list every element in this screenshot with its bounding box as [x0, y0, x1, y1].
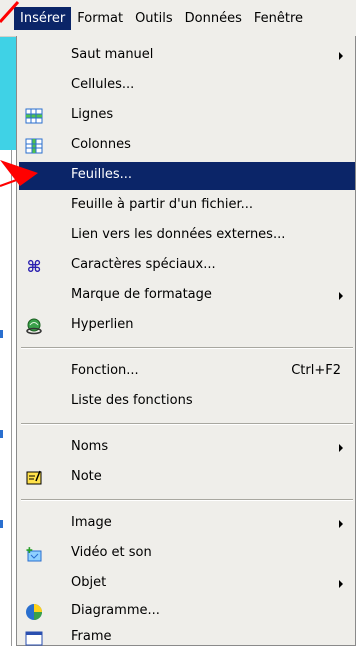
menu-item-label: Caractères spéciaux...: [71, 257, 216, 272]
menu-item-feuilles[interactable]: Feuilles...: [19, 162, 355, 190]
menu-item-marque-formatage[interactable]: Marque de formatage: [19, 282, 355, 310]
frame-icon: [25, 631, 43, 646]
submenu-arrow-icon: [339, 520, 343, 528]
menu-item-feuille-fichier[interactable]: Feuille à partir d'un fichier...: [19, 192, 355, 220]
menu-item-label: Vidéo et son: [71, 545, 152, 560]
menu-item-label: Image: [71, 515, 112, 530]
insert-columns-icon: [25, 138, 43, 154]
shortcut-label: Ctrl+F2: [291, 363, 341, 378]
menu-item-label: Marque de formatage: [71, 287, 212, 302]
svg-text:⌘: ⌘: [27, 257, 42, 275]
menu-item-label: Colonnes: [71, 137, 131, 152]
menu-item-cellules[interactable]: Cellules...: [19, 72, 355, 100]
menu-item-label: Note: [71, 469, 102, 484]
cell-border-mark: [0, 520, 3, 528]
menu-separator: [21, 499, 353, 501]
chart-icon: [26, 604, 42, 620]
note-icon: [26, 470, 42, 485]
menu-item-colonnes[interactable]: Colonnes: [19, 132, 355, 160]
inserer-dropdown-menu: Saut manuel Cellules... Lignes Colonnes …: [16, 36, 356, 646]
menu-fenetre[interactable]: Fenêtre: [248, 7, 309, 30]
submenu-arrow-icon: [339, 444, 343, 452]
menu-item-image[interactable]: Image: [19, 510, 355, 538]
menu-format[interactable]: Format: [71, 7, 129, 30]
menu-item-label: Cellules...: [71, 77, 135, 92]
menu-item-lignes[interactable]: Lignes: [19, 102, 355, 130]
menu-bar: Insérer Format Outils Données Fenêtre: [0, 0, 356, 37]
menu-item-label: Feuilles...: [71, 167, 133, 182]
menu-item-label: Liste des fonctions: [71, 393, 193, 408]
menu-item-label: Lien vers les données externes...: [71, 227, 286, 242]
menu-item-objet[interactable]: Objet: [19, 570, 355, 598]
menu-item-note[interactable]: Note: [19, 464, 355, 492]
menu-item-label: Lignes: [71, 107, 114, 122]
menu-donnees[interactable]: Données: [179, 7, 248, 30]
menu-item-lien-donnees-externes[interactable]: Lien vers les données externes...: [19, 222, 355, 250]
menu-item-noms[interactable]: Noms: [19, 434, 355, 462]
menu-item-label: Frame: [71, 629, 112, 644]
menu-item-label: Hyperlien: [71, 317, 134, 332]
menu-item-caracteres-speciaux[interactable]: ⌘ Caractères spéciaux...: [19, 252, 355, 280]
submenu-arrow-icon: [339, 580, 343, 588]
grid-line: [11, 150, 12, 646]
special-character-icon: ⌘: [27, 257, 42, 275]
menu-item-fonction[interactable]: Fonction... Ctrl+F2: [19, 358, 355, 386]
insert-rows-icon: [25, 108, 43, 124]
menu-item-frame[interactable]: Frame: [19, 624, 355, 652]
menu-item-label: Diagramme...: [71, 603, 160, 618]
video-sound-icon: ✚: [26, 546, 42, 562]
menu-item-hyperlien[interactable]: Hyperlien: [19, 312, 355, 340]
menu-item-label: Noms: [71, 439, 109, 454]
submenu-arrow-icon: [339, 52, 343, 60]
hyperlink-icon: [26, 318, 42, 335]
cell-border-mark: [0, 330, 3, 338]
menu-item-label: Objet: [71, 575, 107, 590]
menu-item-diagramme[interactable]: Diagramme...: [19, 598, 355, 626]
menu-inserer[interactable]: Insérer: [14, 6, 72, 30]
menu-item-liste-fonctions[interactable]: Liste des fonctions: [19, 388, 355, 416]
svg-text:✚: ✚: [26, 546, 33, 555]
menu-outils[interactable]: Outils: [129, 7, 179, 30]
menu-item-saut-manuel[interactable]: Saut manuel: [19, 42, 355, 70]
menu-separator: [21, 347, 353, 349]
submenu-arrow-icon: [339, 292, 343, 300]
menu-separator: [21, 423, 353, 425]
menu-item-video-son[interactable]: ✚ Vidéo et son: [19, 540, 355, 568]
menu-item-label: Fonction...: [71, 363, 139, 378]
cell-border-mark: [0, 430, 3, 438]
menu-item-label: Feuille à partir d'un fichier...: [71, 197, 253, 212]
menu-item-label: Saut manuel: [71, 47, 154, 62]
